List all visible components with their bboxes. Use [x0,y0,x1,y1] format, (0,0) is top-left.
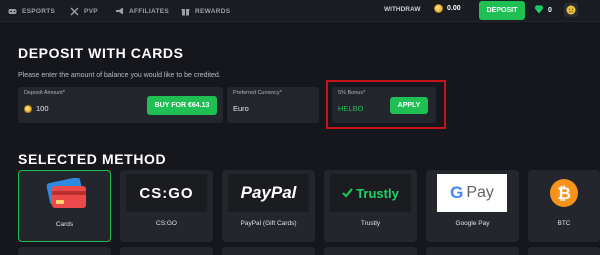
credit-cards-icon [25,175,106,213]
currency-label: Preferred Currency* [233,90,282,96]
nav-esports[interactable]: ESPORTS [8,5,55,17]
trustly-logo-text: Trustly [356,185,399,201]
page-title: DEPOSIT WITH CARDS [18,45,184,61]
apply-button[interactable]: APPLY [390,97,428,114]
nav-rewards-label: REWARDS [195,7,231,15]
trustly-check-icon [342,188,354,198]
method-name: Google Pay [455,220,490,227]
nav-esports-label: ESPORTS [22,7,56,15]
coin-icon [24,104,32,113]
method-name: Cards [55,221,74,228]
bitcoin-icon: ₿ [534,174,594,212]
method-name: Trustly [360,220,381,227]
gamepad-icon [8,7,17,16]
bonus-label: 5% Bonus* [338,90,366,96]
section-title: SELECTED METHOD [18,151,167,167]
balance-display: 0.00 [434,4,461,13]
balance-value: 0.00 [447,5,461,12]
coin-icon [434,4,443,13]
user-avatar-icon [566,5,576,15]
method-name: BTC [557,220,571,227]
google-pay-logo-text: Pay [466,184,494,201]
method-card-cards[interactable]: Cards [18,170,111,242]
deposit-amount-value: 100 [36,104,49,113]
method-name: CS:GO [156,220,177,227]
paypal-logo: PayPal [228,174,309,212]
method-card-partial[interactable] [120,247,213,255]
bonus-code-input[interactable]: HELBO [338,104,363,113]
bitcoin-symbol: ₿ [557,184,571,203]
nav-pvp[interactable]: PVP [70,5,98,17]
paypal-logo-text: PayPal [240,183,297,202]
megaphone-icon [115,7,124,16]
method-card-google-pay[interactable]: G Pay Google Pay [426,170,519,242]
deposit-amount-label: Deposit Amount* [24,90,65,96]
nav-affiliates-label: AFFILIATES [129,7,170,15]
method-card-partial[interactable] [18,247,111,255]
gems-value: 0 [548,7,552,14]
deposit-amount-field[interactable]: Deposit Amount* 100 BUY FOR €64.13 [18,87,223,123]
gems-display: 0 [534,5,552,16]
deposit-description: Please enter the amount of balance you w… [18,72,221,79]
method-card-paypal[interactable]: PayPal PayPal (Gift Cards) [222,170,315,242]
method-card-partial[interactable] [426,247,519,255]
crossed-swords-icon [70,7,79,16]
method-card-partial[interactable] [528,247,600,255]
nav-affiliates[interactable]: AFFILIATES [115,5,169,17]
deposit-amount-input[interactable]: 100 [24,104,49,113]
trustly-logo: Trustly [330,174,411,212]
deposit-button[interactable]: DEPOSIT [479,1,525,20]
csgo-logo: CS:GO [126,174,207,212]
nav-pvp-label: PVP [84,7,98,15]
avatar[interactable] [564,3,578,17]
method-name: PayPal (Gift Cards) [240,220,297,227]
google-g-icon: G [450,183,464,202]
method-card-btc[interactable]: ₿ BTC [528,170,600,242]
currency-value: Euro [233,104,249,113]
top-nav-bar: ESPORTS PVP AFFILIATES REWARDS WITHDRAW … [0,0,600,22]
method-card-partial[interactable] [324,247,417,255]
bonus-code-field[interactable]: 5% Bonus* HELBO APPLY [332,87,436,123]
buy-button[interactable]: BUY FOR €64.13 [147,96,217,115]
google-pay-logo: G Pay [437,174,507,212]
withdraw-link[interactable]: WITHDRAW [384,6,420,13]
method-card-csgo[interactable]: CS:GO CS:GO [120,170,213,242]
gift-icon [181,7,190,16]
method-card-trustly[interactable]: Trustly Trustly [324,170,417,242]
nav-rewards[interactable]: REWARDS [181,5,230,17]
method-card-partial[interactable] [222,247,315,255]
gem-icon [534,5,544,16]
csgo-logo-text: CS:GO [139,184,194,202]
preferred-currency-select[interactable]: Preferred Currency* Euro [227,87,319,123]
